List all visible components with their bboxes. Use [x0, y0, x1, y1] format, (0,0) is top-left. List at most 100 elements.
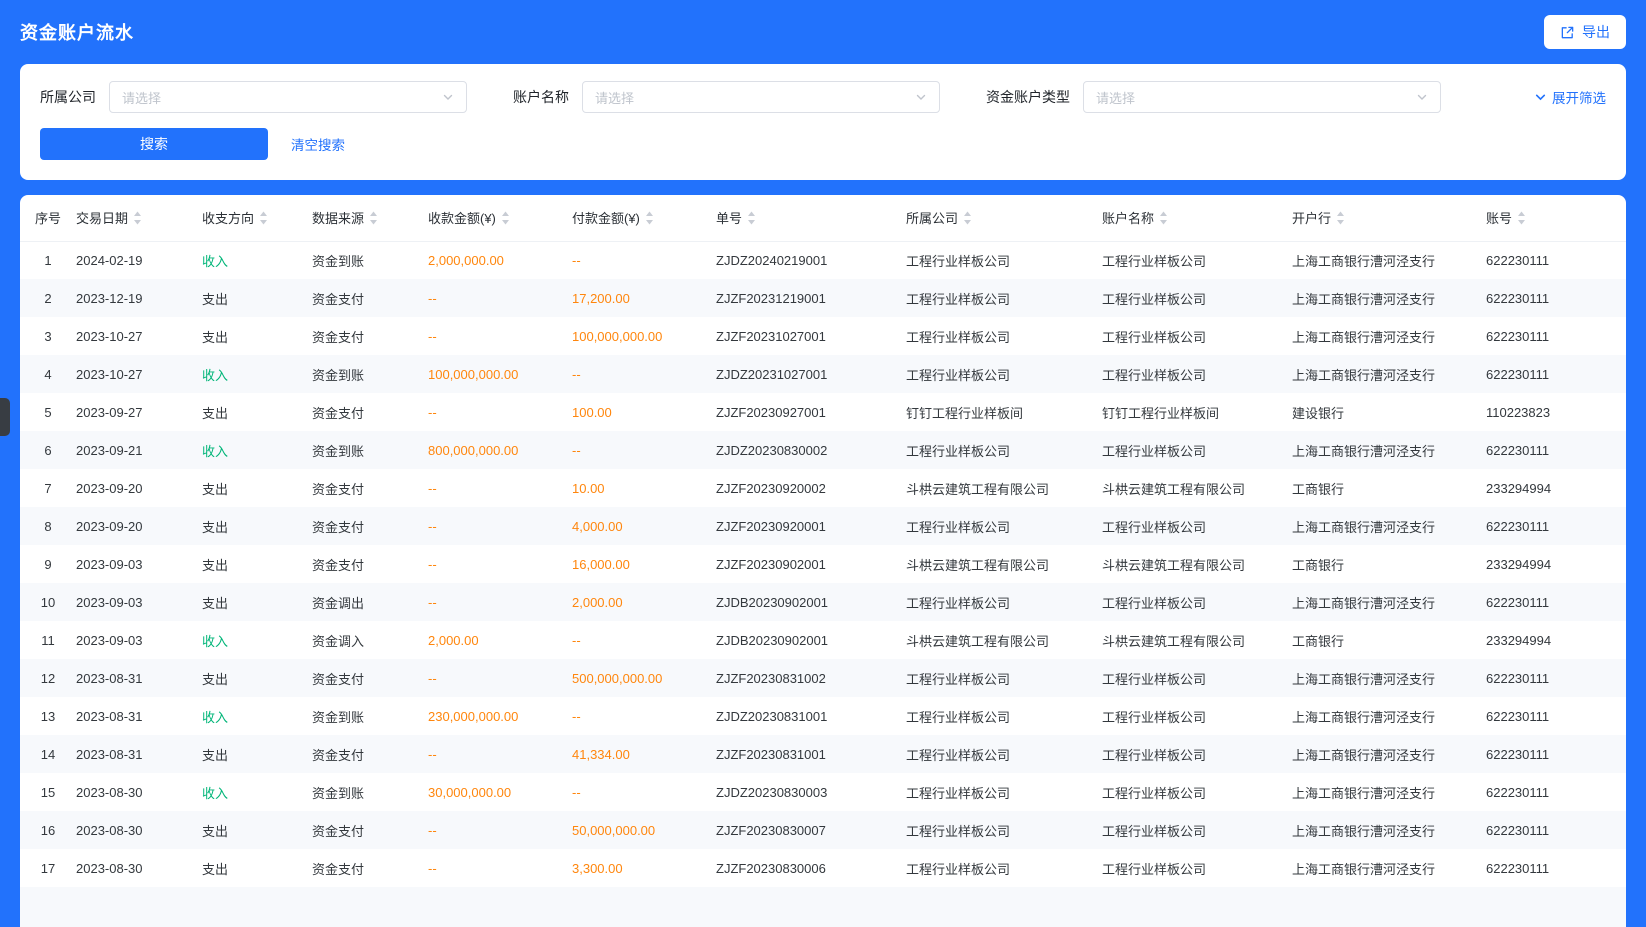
- table-row[interactable]: 3 2023-10-27 支出 资金支付 -- 100,000,000.00 Z…: [20, 317, 1626, 355]
- cell-account-name: 工程行业样板公司: [1102, 279, 1292, 317]
- cell-payment-amount: 10.00: [572, 469, 716, 507]
- sort-icon[interactable]: [501, 211, 510, 225]
- account-type-select[interactable]: 请选择: [1083, 81, 1441, 113]
- table-header-row: 序号交易日期收支方向数据来源收款金额(¥) 付款金额(¥)单号所属公司账户名称 开户…: [20, 195, 1626, 241]
- cell-receipt-amount: --: [428, 849, 572, 887]
- cell-order-number: ZJDZ20231027001: [716, 355, 906, 393]
- column-header-payment[interactable]: 付款金额(¥): [572, 195, 716, 241]
- column-header-bank[interactable]: 开户行: [1292, 195, 1486, 241]
- sort-icon[interactable]: [1336, 211, 1345, 225]
- table-row[interactable]: 16 2023-08-30 支出 资金支付 -- 50,000,000.00 Z…: [20, 811, 1626, 849]
- cell-source: 资金支付: [312, 735, 428, 773]
- cell-date: 2023-09-03: [76, 545, 202, 583]
- cell-company: 工程行业样板公司: [906, 507, 1102, 545]
- search-button[interactable]: 搜索: [40, 128, 268, 160]
- column-header-accno[interactable]: 账号: [1486, 195, 1626, 241]
- export-button-label: 导出: [1582, 22, 1610, 42]
- cell-direction: 收入: [202, 621, 312, 659]
- column-header-company[interactable]: 所属公司: [906, 195, 1102, 241]
- transactions-table: 序号交易日期收支方向数据来源收款金额(¥) 付款金额(¥)单号所属公司账户名称 开户…: [20, 195, 1626, 887]
- cell-direction: 收入: [202, 241, 312, 279]
- column-header-account[interactable]: 账户名称: [1102, 195, 1292, 241]
- table-row[interactable]: 17 2023-08-30 支出 资金支付 -- 3,300.00 ZJZF20…: [20, 849, 1626, 887]
- sort-icon[interactable]: [645, 211, 654, 225]
- table-row[interactable]: 14 2023-08-31 支出 资金支付 -- 41,334.00 ZJZF2…: [20, 735, 1626, 773]
- column-header-order_no[interactable]: 单号: [716, 195, 906, 241]
- table-row[interactable]: 7 2023-09-20 支出 资金支付 -- 10.00 ZJZF202309…: [20, 469, 1626, 507]
- cell-receipt-amount: 230,000,000.00: [428, 697, 572, 735]
- cell-source: 资金支付: [312, 279, 428, 317]
- table-row[interactable]: 2 2023-12-19 支出 资金支付 -- 17,200.00 ZJZF20…: [20, 279, 1626, 317]
- cell-account-number: 233294994: [1486, 545, 1626, 583]
- cell-date: 2023-09-20: [76, 469, 202, 507]
- cell-receipt-amount: 2,000.00: [428, 621, 572, 659]
- column-header-direction[interactable]: 收支方向: [202, 195, 312, 241]
- chevron-down-icon: [1534, 91, 1547, 104]
- sort-icon[interactable]: [1159, 211, 1168, 225]
- cell-date: 2023-08-30: [76, 773, 202, 811]
- cell-account-number: 110223823: [1486, 393, 1626, 431]
- cell-date: 2023-08-31: [76, 697, 202, 735]
- cell-bank: 上海工商银行漕河泾支行: [1292, 735, 1486, 773]
- cell-account-number: 233294994: [1486, 469, 1626, 507]
- column-label: 收款金额(¥): [428, 208, 496, 227]
- cell-payment-amount: --: [572, 697, 716, 735]
- cell-payment-amount: 41,334.00: [572, 735, 716, 773]
- cell-bank: 上海工商银行漕河泾支行: [1292, 507, 1486, 545]
- cell-receipt-amount: 100,000,000.00: [428, 355, 572, 393]
- cell-bank: 建设银行: [1292, 393, 1486, 431]
- export-button[interactable]: 导出: [1544, 15, 1626, 49]
- table-row[interactable]: 13 2023-08-31 收入 资金到账 230,000,000.00 -- …: [20, 697, 1626, 735]
- table-row[interactable]: 1 2024-02-19 收入 资金到账 2,000,000.00 -- ZJD…: [20, 241, 1626, 279]
- cell-bank: 上海工商银行漕河泾支行: [1292, 697, 1486, 735]
- sort-icon[interactable]: [1517, 211, 1526, 225]
- cell-source: 资金支付: [312, 811, 428, 849]
- cell-company: 钉钉工程行业样板间: [906, 393, 1102, 431]
- sort-icon[interactable]: [259, 211, 268, 225]
- company-select[interactable]: 请选择: [109, 81, 467, 113]
- table-row[interactable]: 9 2023-09-03 支出 资金支付 -- 16,000.00 ZJZF20…: [20, 545, 1626, 583]
- column-header-no: 序号: [20, 195, 76, 241]
- account-select[interactable]: 请选择: [582, 81, 940, 113]
- cell-date: 2023-09-03: [76, 583, 202, 621]
- cell-receipt-amount: 800,000,000.00: [428, 431, 572, 469]
- expand-filters-link[interactable]: 展开筛选: [1534, 87, 1606, 107]
- column-header-date[interactable]: 交易日期: [76, 195, 202, 241]
- page-title: 资金账户流水: [20, 19, 134, 45]
- cell-order-number: ZJZF20231219001: [716, 279, 906, 317]
- sort-icon[interactable]: [369, 211, 378, 225]
- chevron-down-icon: [442, 91, 454, 103]
- cell-date: 2023-09-21: [76, 431, 202, 469]
- sort-icon[interactable]: [963, 211, 972, 225]
- clear-search-link[interactable]: 清空搜索: [291, 134, 345, 154]
- cell-order-number: ZJDB20230902001: [716, 621, 906, 659]
- cell-payment-amount: 500,000,000.00: [572, 659, 716, 697]
- table-row[interactable]: 4 2023-10-27 收入 资金到账 100,000,000.00 -- Z…: [20, 355, 1626, 393]
- table-row[interactable]: 5 2023-09-27 支出 资金支付 -- 100.00 ZJZF20230…: [20, 393, 1626, 431]
- table-row[interactable]: 15 2023-08-30 收入 资金到账 30,000,000.00 -- Z…: [20, 773, 1626, 811]
- table-row[interactable]: 6 2023-09-21 收入 资金到账 800,000,000.00 -- Z…: [20, 431, 1626, 469]
- side-drawer-handle[interactable]: [0, 398, 10, 436]
- table-row[interactable]: 8 2023-09-20 支出 资金支付 -- 4,000.00 ZJZF202…: [20, 507, 1626, 545]
- cell-order-number: ZJDZ20230831001: [716, 697, 906, 735]
- sort-icon[interactable]: [747, 211, 756, 225]
- column-header-receipt[interactable]: 收款金额(¥): [428, 195, 572, 241]
- cell-index: 5: [20, 393, 76, 431]
- cell-order-number: ZJDB20230902001: [716, 583, 906, 621]
- table-row[interactable]: 11 2023-09-03 收入 资金调入 2,000.00 -- ZJDB20…: [20, 621, 1626, 659]
- sort-icon[interactable]: [133, 211, 142, 225]
- table-row[interactable]: 12 2023-08-31 支出 资金支付 -- 500,000,000.00 …: [20, 659, 1626, 697]
- cell-receipt-amount: --: [428, 735, 572, 773]
- cell-account-name: 工程行业样板公司: [1102, 773, 1292, 811]
- cell-account-name: 钉钉工程行业样板间: [1102, 393, 1292, 431]
- cell-order-number: ZJZF20230830007: [716, 811, 906, 849]
- column-header-source[interactable]: 数据来源: [312, 195, 428, 241]
- cell-account-name: 工程行业样板公司: [1102, 241, 1292, 279]
- table-row[interactable]: 10 2023-09-03 支出 资金调出 -- 2,000.00 ZJDB20…: [20, 583, 1626, 621]
- table-row-partial: [20, 887, 1626, 927]
- cell-payment-amount: 100.00: [572, 393, 716, 431]
- cell-receipt-amount: --: [428, 393, 572, 431]
- column-label: 账户名称: [1102, 208, 1154, 227]
- cell-date: 2023-09-20: [76, 507, 202, 545]
- company-filter-label: 所属公司: [40, 87, 96, 107]
